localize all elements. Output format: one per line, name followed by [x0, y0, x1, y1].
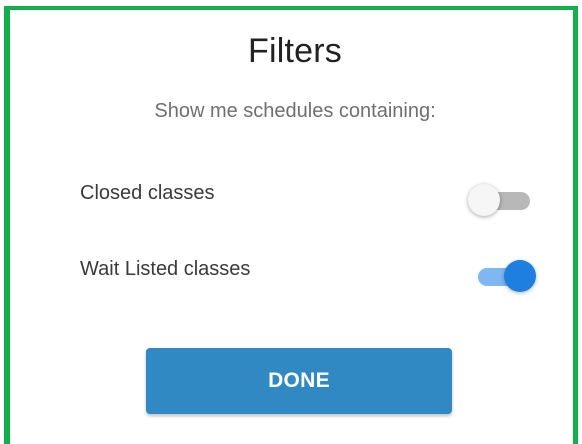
- wait-listed-classes-toggle[interactable]: [474, 258, 536, 292]
- filters-dialog: Filters Show me schedules containing: Cl…: [18, 10, 572, 438]
- wait-listed-classes-label: Wait Listed classes: [80, 258, 251, 280]
- toggle-thumb: [468, 184, 500, 216]
- filter-row-wait-listed-classes: Wait Listed classes: [80, 252, 536, 292]
- closed-classes-toggle[interactable]: [468, 182, 532, 216]
- dialog-subtitle: Show me schedules containing:: [154, 100, 436, 122]
- dialog-title: Filters: [248, 32, 342, 70]
- closed-classes-label: Closed classes: [80, 182, 215, 204]
- done-button[interactable]: DONE: [146, 348, 452, 414]
- filter-row-closed-classes: Closed classes: [80, 176, 532, 216]
- toggle-thumb: [504, 260, 536, 292]
